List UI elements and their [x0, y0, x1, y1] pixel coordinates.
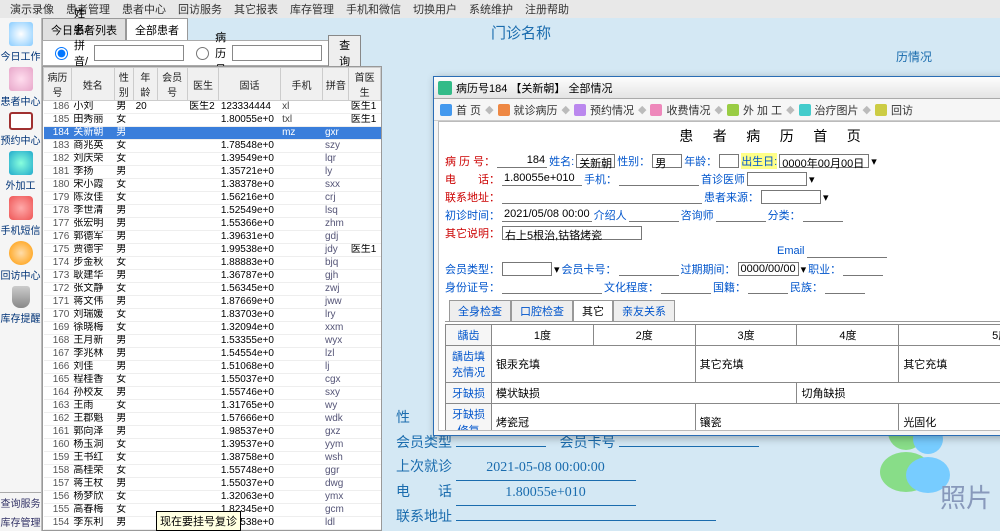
dialog-icon: [438, 81, 452, 95]
toolbar-item[interactable]: 回访: [891, 102, 913, 118]
nav-icon: [12, 286, 30, 308]
menu-item[interactable]: 注册帮助: [525, 1, 569, 17]
toolbar-icon: [574, 104, 586, 116]
table-row[interactable]: 162王郡魁男1.57666e+0wdk: [44, 413, 381, 426]
table-row[interactable]: 164孙校友男1.55746e+0sxy: [44, 387, 381, 400]
menu-item[interactable]: 库存管理: [290, 1, 334, 17]
table-row[interactable]: 163王雨女1.31765e+0wy: [44, 400, 381, 413]
toolbar-item[interactable]: 外 加 工: [743, 102, 782, 118]
patient-grid[interactable]: 病历号姓名性别年龄会员号医生固话手机拼音首医生186小刘男20医生2123334…: [42, 66, 382, 531]
nav-item[interactable]: 外加工: [6, 151, 36, 192]
table-row[interactable]: 182刘庆荣女1.39549e+0lqr: [44, 153, 381, 166]
table-row[interactable]: 180宋小霞女1.38378e+0sxx: [44, 179, 381, 192]
toolbar-icon: [650, 104, 662, 116]
table-row[interactable]: 159王书红女1.38758e+0wsh: [44, 452, 381, 465]
photo-label: 照片: [940, 478, 992, 515]
nav-icon: [9, 241, 33, 265]
table-row[interactable]: 171蒋文伟男1.87669e+0jww: [44, 296, 381, 309]
radio-blh[interactable]: [196, 47, 209, 60]
table-row[interactable]: 158高桂荣女1.55748e+0ggr: [44, 465, 381, 478]
toolbar-icon: [498, 104, 510, 116]
nav-icon: [9, 22, 33, 46]
table-row[interactable]: 169徐晓梅女1.32094e+0xxm: [44, 322, 381, 335]
search-bar: 姓名/拼音/手机 病历号 查询: [42, 40, 360, 66]
nav-item[interactable]: 预约中心: [1, 112, 41, 147]
dialog-toolbar[interactable]: 首 页◆就诊病历◆预约情况◆收费情况◆外 加 工◆治疗图片◆回访: [434, 99, 1000, 121]
right-action[interactable]: 历情况: [806, 42, 996, 71]
main-tabs: 今日患者列表 全部患者: [42, 18, 188, 40]
dialog-title-text: 病历号184 【关新朝】 全部情况: [456, 80, 612, 96]
toolbar-icon: [799, 104, 811, 116]
toolbar-item[interactable]: 治疗图片: [815, 102, 859, 118]
menu-item[interactable]: 其它报表: [234, 1, 278, 17]
menu-item[interactable]: 患者中心: [122, 1, 166, 17]
toolbar-item[interactable]: 首 页: [456, 102, 481, 118]
table-row[interactable]: 173耿建华男1.36787e+0gjh: [44, 270, 381, 283]
search-blh-input[interactable]: [232, 45, 322, 61]
table-row[interactable]: 167李兆林男1.54554e+0lzl: [44, 348, 381, 361]
tab-all[interactable]: 全部患者: [126, 18, 188, 40]
table-row[interactable]: 170刘瑞媛女1.83703e+0lry: [44, 309, 381, 322]
sub-tab[interactable]: 全身检查: [449, 300, 511, 321]
menu-item[interactable]: 切换用户: [413, 1, 457, 17]
patient-detail-dialog: 病历号184 【关新朝】 全部情况 — □ ✕ 首 页◆就诊病历◆预约情况◆收费…: [433, 76, 1000, 436]
exam-subtabs: 全身检查口腔检查其它亲友关系: [445, 300, 1000, 322]
exam-table: 龋齿1度2度3度4度5度 龋齿填充情况银汞充填其它充填其它充填 牙缺损模状缺损切…: [445, 324, 1000, 431]
grid-header-row: 病历号姓名性别年龄会员号医生固话手机拼音首医生: [44, 68, 381, 101]
table-row[interactable]: 178李世清男1.52549e+0lsq: [44, 205, 381, 218]
table-row[interactable]: 161郭向泽男1.98537e+0gxz: [44, 426, 381, 439]
table-row[interactable]: 184关新朝男mzgxr: [44, 127, 381, 140]
menu-item[interactable]: 手机和微信: [346, 1, 401, 17]
toolbar-icon: [440, 104, 452, 116]
radio-name[interactable]: [55, 47, 68, 60]
table-row[interactable]: 175贾德宇男1.99538e+0jdy医生1: [44, 244, 381, 257]
table-row[interactable]: 172张文静女1.56345e+0zwj: [44, 283, 381, 296]
nav-icon: [9, 67, 33, 91]
table-row[interactable]: 183商兆英女1.78548e+0szy: [44, 140, 381, 153]
toolbar-item[interactable]: 就诊病历: [514, 102, 558, 118]
sub-tab[interactable]: 其它: [573, 300, 613, 321]
table-row[interactable]: 156杨梦欣女1.32063e+0ymx: [44, 491, 381, 504]
left-navigation: 今日工作患者中心预约中心外加工手机短信回访中心库存提醒查询服务库存管理: [0, 18, 42, 531]
nav-bottom-item[interactable]: 库存管理: [0, 512, 41, 531]
toolbar-icon: [875, 104, 887, 116]
table-row[interactable]: 179陈汝佳女1.56216e+0crj: [44, 192, 381, 205]
sub-tab[interactable]: 亲友关系: [613, 300, 675, 321]
table-row[interactable]: 174步金秋女1.88883e+0bjq: [44, 257, 381, 270]
table-row[interactable]: 160杨玉洞女1.39537e+0yym: [44, 439, 381, 452]
nav-icon: [9, 112, 33, 130]
menu-item[interactable]: 回访服务: [178, 1, 222, 17]
nav-icon: [9, 196, 33, 220]
toolbar-icon: [727, 104, 739, 116]
nav-bottom: 查询服务库存管理: [0, 492, 41, 531]
nav-item[interactable]: 回访中心: [1, 241, 41, 282]
toolbar-item[interactable]: 收费情况: [666, 102, 710, 118]
table-row[interactable]: 168王月新男1.53355e+0wyx: [44, 335, 381, 348]
table-row[interactable]: 165程桂香女1.55037e+0cgx: [44, 374, 381, 387]
table-row[interactable]: 166刘佳男1.51068e+0lj: [44, 361, 381, 374]
menu-item[interactable]: 演示录像: [10, 1, 54, 17]
table-row[interactable]: 185田秀丽女1.80055e+0txl医生1: [44, 114, 381, 127]
table-row[interactable]: 186小刘男20医生2123334444xl医生1: [44, 101, 381, 114]
dialog-titlebar[interactable]: 病历号184 【关新朝】 全部情况 — □ ✕: [434, 77, 1000, 99]
nav-item[interactable]: 今日工作: [1, 22, 41, 63]
row-tooltip: 现在要挂号复诊: [156, 511, 241, 531]
nav-item[interactable]: 手机短信: [1, 196, 41, 237]
menu-item[interactable]: 系统维护: [469, 1, 513, 17]
nav-icon: [9, 151, 33, 175]
main-menu[interactable]: 演示录像患者管理患者中心回访服务其它报表库存管理手机和微信切换用户系统维护注册帮…: [0, 0, 1000, 18]
search-name-input[interactable]: [94, 45, 184, 61]
sub-tab[interactable]: 口腔检查: [511, 300, 573, 321]
form-heading: 患 者 病 历 首 页: [439, 122, 1000, 150]
nav-item[interactable]: 患者中心: [1, 67, 41, 108]
table-row[interactable]: 177张宏明男1.55366e+0zhm: [44, 218, 381, 231]
table-row[interactable]: 176郭德军男1.39631e+0gdj: [44, 231, 381, 244]
table-row[interactable]: 181李扬男1.35721e+0ly: [44, 166, 381, 179]
nav-item[interactable]: 库存提醒: [1, 286, 41, 325]
table-row[interactable]: 157蒋王杖男1.55037e+0dwg: [44, 478, 381, 491]
toolbar-item[interactable]: 预约情况: [590, 102, 634, 118]
nav-bottom-item[interactable]: 查询服务: [0, 493, 41, 512]
